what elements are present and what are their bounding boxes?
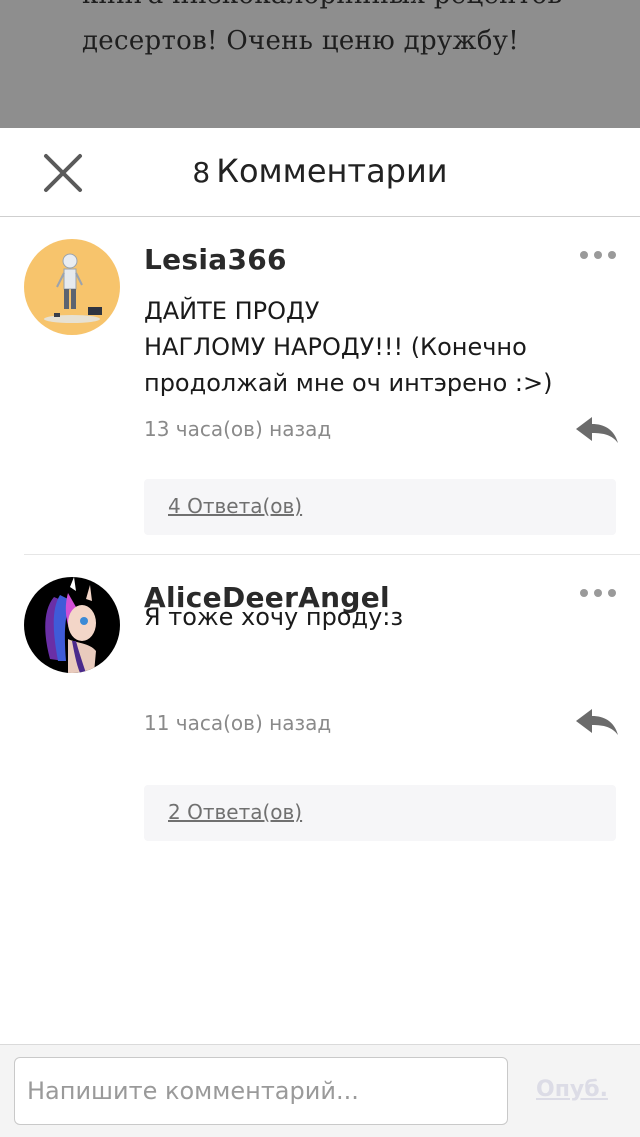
- avatar[interactable]: [24, 239, 120, 335]
- reply-button[interactable]: [574, 705, 620, 741]
- avatar[interactable]: [24, 577, 120, 673]
- view-replies-link[interactable]: 4 Ответа(ов): [168, 494, 302, 518]
- background-story: книга низкокалорийных рецептов десертов!…: [0, 0, 640, 128]
- dot-icon: [594, 251, 602, 259]
- comment-text: ДАЙТЕ ПРОДУ НАГЛОМУ НАРОДУ!!! (Конечно п…: [144, 297, 553, 397]
- more-options-button[interactable]: [578, 247, 618, 263]
- avatar-drawing-icon: [24, 239, 120, 335]
- replies-box[interactable]: 4 Ответа(ов): [144, 479, 616, 535]
- comment-input[interactable]: [14, 1057, 508, 1125]
- reply-arrow-icon: [576, 417, 618, 443]
- comment-count: 8: [192, 156, 211, 189]
- dot-icon: [580, 589, 588, 597]
- comment-timestamp: 13 часа(ов) назад: [144, 417, 332, 441]
- story-text-line: книга низкокалорийных рецептов: [82, 0, 562, 10]
- comments-header: 8 Комментарии: [0, 128, 640, 217]
- dot-icon: [608, 589, 616, 597]
- title-label: Комментарии: [216, 152, 448, 190]
- dot-icon: [594, 589, 602, 597]
- avatar-pony-icon: [24, 577, 120, 673]
- dot-icon: [608, 251, 616, 259]
- comment-divider: [24, 554, 640, 555]
- comment-text: Я тоже хочу проду:з: [144, 603, 404, 631]
- story-text-line: десертов! Очень ценю дружбу!: [82, 26, 520, 56]
- comment-timestamp: 11 часа(ов) назад: [144, 711, 332, 735]
- reply-button[interactable]: [574, 413, 620, 449]
- comments-sheet: 8 Комментарии Lesia366 ДАЙТЕ ПРОДУ НАГЛО…: [0, 128, 640, 1137]
- view-replies-link[interactable]: 2 Ответа(ов): [168, 800, 302, 824]
- replies-box[interactable]: 2 Ответа(ов): [144, 785, 616, 841]
- reply-arrow-icon: [576, 709, 618, 735]
- comment-composer: Опуб.: [0, 1044, 640, 1137]
- publish-button[interactable]: Опуб.: [536, 1077, 608, 1102]
- comment-username[interactable]: Lesia366: [144, 243, 287, 276]
- dot-icon: [580, 251, 588, 259]
- page-title: 8 Комментарии: [0, 152, 640, 190]
